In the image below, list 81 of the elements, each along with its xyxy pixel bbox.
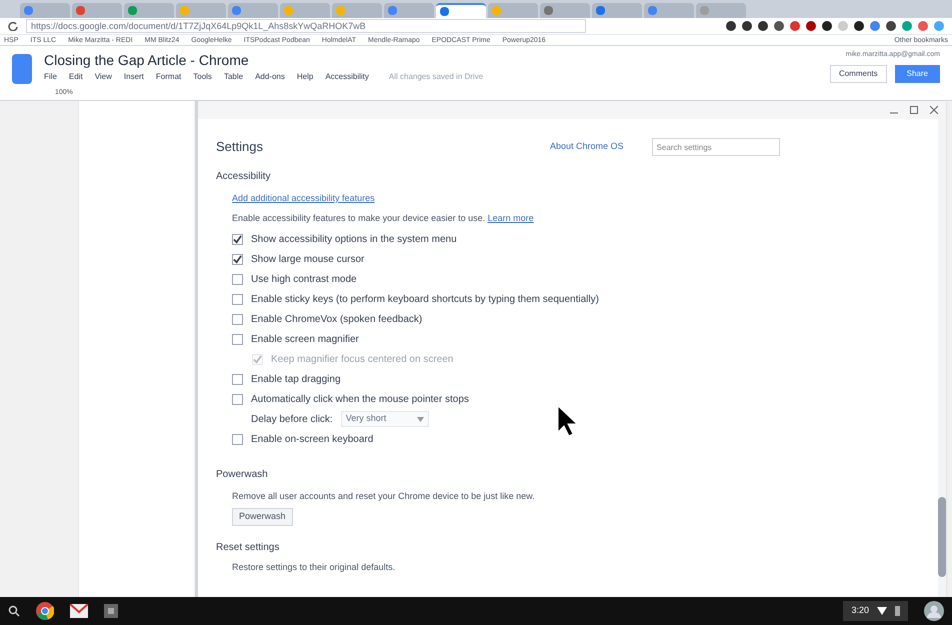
browser-tab[interactable] bbox=[72, 3, 122, 18]
checkbox[interactable] bbox=[232, 434, 243, 444]
mail-icon[interactable] bbox=[70, 604, 88, 618]
docs-logo-icon[interactable] bbox=[12, 54, 32, 84]
section-heading: Powerwash bbox=[216, 468, 269, 482]
caret-icon bbox=[416, 416, 424, 422]
app-icon[interactable] bbox=[104, 604, 118, 618]
favicon-icon bbox=[76, 6, 85, 15]
checkbox[interactable] bbox=[232, 314, 243, 324]
powerwash-button[interactable]: Powerwash bbox=[232, 508, 293, 526]
favicon-icon bbox=[700, 6, 709, 15]
scrollbar[interactable] bbox=[938, 119, 946, 597]
search-field[interactable]: Search settings bbox=[652, 138, 780, 156]
favicon-icon bbox=[648, 6, 657, 15]
menu-item[interactable]: Tools bbox=[193, 71, 212, 83]
learn-more-link[interactable]: Learn more bbox=[488, 212, 534, 222]
menu-item[interactable]: File bbox=[44, 71, 57, 83]
menu-item[interactable]: View bbox=[94, 71, 112, 83]
checkbox-label: Automatically click when the mouse pointer stops bbox=[251, 392, 469, 406]
checkbox[interactable] bbox=[232, 374, 243, 384]
close-icon[interactable] bbox=[930, 106, 938, 114]
reload-icon[interactable] bbox=[8, 21, 18, 31]
checkbox-label: Use high contrast mode bbox=[251, 272, 357, 286]
checkbox-label: Enable ChromeVox (spoken feedback) bbox=[251, 312, 422, 326]
checkbox[interactable] bbox=[232, 294, 243, 304]
document-title[interactable]: Closing the Gap Article - Chrome bbox=[44, 50, 484, 71]
favicon-icon bbox=[544, 6, 553, 15]
menu-item[interactable]: Format bbox=[156, 71, 182, 83]
favicon-icon bbox=[284, 6, 293, 15]
checkbox[interactable] bbox=[232, 274, 243, 284]
clock: 3:20 bbox=[851, 604, 869, 618]
favicon-icon bbox=[180, 6, 189, 15]
accessibility-description: Enable accessibility features to make your device easier to use. Learn more bbox=[232, 212, 535, 225]
favicon-icon bbox=[596, 6, 605, 15]
browser-tab[interactable] bbox=[592, 3, 642, 18]
settings-title: Settings bbox=[216, 138, 263, 156]
address-bar[interactable]: https://docs.google.com/document/d/1T7ZjJqX64Lp9Qk1L_Ahs8skYwQaRHOK7wB bbox=[26, 19, 586, 33]
favicon-icon bbox=[440, 7, 449, 16]
checkbox-label: Enable screen magnifier bbox=[251, 332, 359, 346]
maximize-icon[interactable] bbox=[910, 106, 918, 114]
checkbox-label: Show large mouse cursor bbox=[251, 252, 364, 266]
favicon-icon bbox=[336, 6, 345, 15]
menu-item[interactable]: Help bbox=[296, 71, 314, 83]
section-heading: Accessibility bbox=[216, 170, 272, 184]
save-status: All changes saved in Drive bbox=[388, 71, 484, 83]
favicon-icon bbox=[388, 6, 397, 15]
favicon-icon bbox=[24, 6, 33, 15]
menu-item[interactable]: Accessibility bbox=[325, 71, 369, 83]
status-tray[interactable]: 3:20 bbox=[843, 601, 908, 621]
browser-icon[interactable] bbox=[36, 602, 54, 620]
favicon-icon bbox=[232, 6, 241, 15]
menu-item[interactable]: Table bbox=[224, 71, 244, 83]
checkbox-label: Enable on-screen keyboard bbox=[251, 432, 374, 446]
delay-label: Delay before click: bbox=[251, 412, 333, 426]
checkbox[interactable] bbox=[232, 254, 243, 264]
mouse-cursor-icon bbox=[557, 405, 579, 437]
checkbox-label: Enable tap dragging bbox=[251, 372, 341, 386]
menu-item[interactable]: Insert bbox=[124, 71, 144, 83]
battery-icon bbox=[895, 606, 900, 616]
about-link[interactable]: About Chrome OS bbox=[550, 140, 624, 154]
share-button[interactable]: Share bbox=[894, 64, 940, 82]
checkbox[interactable] bbox=[232, 234, 243, 244]
checkbox-label: Keep magnifier focus centered on screen bbox=[271, 352, 454, 366]
browser-tab[interactable] bbox=[540, 3, 590, 18]
checkbox-label: Show accessibility options in the system menu bbox=[251, 232, 457, 246]
avatar-icon[interactable] bbox=[924, 601, 944, 621]
reset-description: Restore settings to their original defaults. bbox=[231, 560, 396, 574]
menu-item[interactable]: Add-ons bbox=[255, 71, 285, 83]
favicon-icon bbox=[128, 6, 137, 15]
comments-button[interactable]: Comments bbox=[830, 64, 887, 82]
wifi-icon bbox=[877, 607, 887, 615]
checkbox-label: Enable sticky keys (to perform keyboard shortcuts by typing them sequentially) bbox=[251, 292, 599, 306]
favicon-icon bbox=[492, 6, 501, 15]
checkbox[interactable] bbox=[232, 394, 243, 404]
menu-item[interactable]: Edit bbox=[68, 71, 83, 83]
section-heading: Reset settings bbox=[216, 540, 280, 554]
powerwash-description: Remove all user accounts and reset your Chrome device to be just like new. bbox=[232, 490, 535, 503]
checkbox[interactable] bbox=[232, 334, 243, 344]
add-features-link[interactable]: Add additional accessibility features bbox=[232, 192, 938, 206]
browser-tab[interactable] bbox=[436, 3, 486, 18]
search-icon[interactable] bbox=[8, 605, 20, 617]
